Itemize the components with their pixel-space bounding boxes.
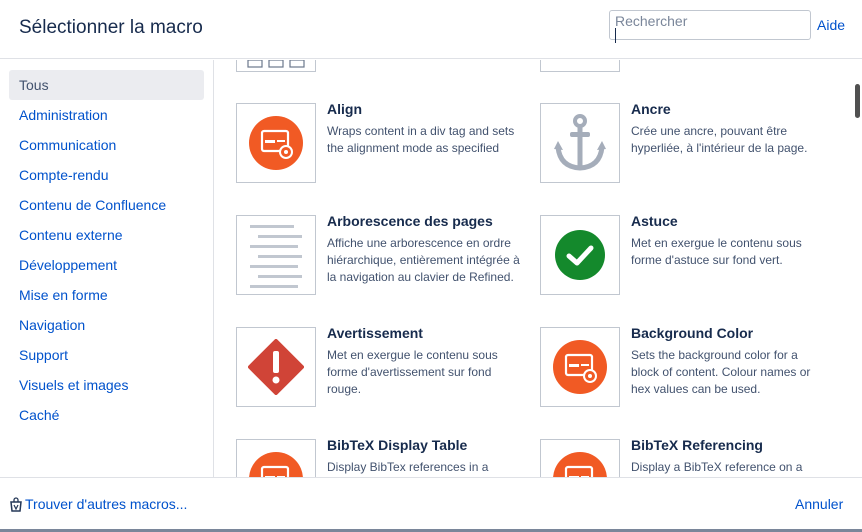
sidebar-item-contenu-externe[interactable]: Contenu externe	[9, 220, 204, 250]
cancel-button[interactable]: Annuler	[795, 496, 843, 512]
macro-name: Align	[327, 101, 362, 117]
scrollbar-thumb[interactable]	[855, 84, 860, 118]
macro-thumbnail	[236, 215, 316, 295]
macro-thumbnail	[236, 327, 316, 407]
text-lines-icon	[250, 225, 302, 288]
macro-card-avertissement[interactable]: Avertissement Met en exergue le contenu …	[236, 325, 526, 417]
category-sidebar: Tous Administration Communication Compte…	[0, 60, 214, 477]
macro-description: Met en exergue le contenu sous forme d'a…	[631, 236, 802, 267]
dialog-header: Sélectionner la macro Aide	[0, 0, 862, 59]
macro-thumbnail-partial[interactable]	[540, 60, 620, 72]
sidebar-item-tous[interactable]: Tous	[9, 70, 204, 100]
macro-name: Ancre	[631, 101, 671, 117]
warning-icon	[248, 339, 304, 395]
dialog-title: Sélectionner la macro	[19, 17, 203, 38]
macro-thumbnail	[236, 103, 316, 183]
macro-card-background-color[interactable]: Background Color Sets the background col…	[540, 325, 830, 417]
macro-card-bibtex-display-table[interactable]: BibTeX Display Table Display BibTex refe…	[236, 437, 526, 477]
plugin-gear-icon	[553, 452, 607, 477]
sidebar-item-support[interactable]: Support	[9, 340, 204, 370]
sidebar-item-navigation[interactable]: Navigation	[9, 310, 204, 340]
sidebar-item-administration[interactable]: Administration	[9, 100, 204, 130]
macro-name: BibTeX Display Table	[327, 437, 468, 453]
macro-name: Astuce	[631, 213, 678, 229]
macro-description: Sets the background color for a block of…	[631, 348, 811, 396]
sidebar-item-compte-rendu[interactable]: Compte-rendu	[9, 160, 204, 190]
plugin-gear-icon	[249, 452, 303, 477]
sidebar-item-mise-en-forme[interactable]: Mise en forme	[9, 280, 204, 310]
find-more-macros-link[interactable]: Trouver d'autres macros...	[10, 496, 187, 512]
sidebar-item-visuels-images[interactable]: Visuels et images	[9, 370, 204, 400]
macro-thumbnail	[540, 215, 620, 295]
macro-thumbnail	[236, 439, 316, 477]
search-input[interactable]	[609, 10, 811, 40]
sidebar-item-developpement[interactable]: Développement	[9, 250, 204, 280]
macro-thumbnail	[540, 103, 620, 183]
macro-card-align[interactable]: Align Wraps content in a div tag and set…	[236, 101, 526, 193]
macro-card-bibtex-referencing[interactable]: BibTeX Referencing Display a BibTeX refe…	[540, 437, 830, 477]
macro-name: Arborescence des pages	[327, 213, 493, 229]
macro-description: Crée une ancre, pouvant être hyperliée, …	[631, 124, 808, 155]
macro-description: Wraps content in a div tag and sets the …	[327, 124, 515, 155]
macro-description: Display BibTex references in a	[327, 460, 489, 474]
check-circle-icon	[555, 230, 605, 280]
macro-description: Affiche une arborescence en ordre hiérar…	[327, 236, 520, 284]
text-cursor	[615, 28, 616, 43]
macro-name: Background Color	[631, 325, 754, 341]
macro-thumbnail-partial[interactable]	[236, 60, 316, 72]
macro-description: Met en exergue le contenu sous forme d'a…	[327, 348, 498, 396]
find-more-macros-label: Trouver d'autres macros...	[25, 496, 188, 512]
macro-thumbnail	[540, 439, 620, 477]
macro-name: Avertissement	[327, 325, 423, 341]
anchor-icon	[554, 114, 606, 171]
sidebar-item-cache[interactable]: Caché	[9, 400, 204, 430]
macro-card-astuce[interactable]: Astuce Met en exergue le contenu sous fo…	[540, 213, 830, 305]
sidebar-item-contenu-confluence[interactable]: Contenu de Confluence	[9, 190, 204, 220]
sidebar-item-communication[interactable]: Communication	[9, 130, 204, 160]
dialog-footer: Trouver d'autres macros... Annuler	[0, 477, 862, 529]
macro-list: Align Wraps content in a div tag and set…	[215, 60, 862, 477]
macro-thumbnail	[540, 327, 620, 407]
macro-card-ancre[interactable]: Ancre Crée une ancre, pouvant être hyper…	[540, 101, 830, 193]
marketplace-bag-icon	[10, 496, 22, 512]
macro-name: BibTeX Referencing	[631, 437, 763, 453]
macro-description: Display a BibTeX reference on a	[631, 460, 803, 474]
help-link[interactable]: Aide	[817, 17, 845, 33]
plugin-gear-icon	[553, 340, 607, 394]
plugin-gear-icon	[249, 116, 303, 170]
macro-card-arborescence[interactable]: Arborescence des pages Affiche une arbor…	[236, 213, 526, 305]
